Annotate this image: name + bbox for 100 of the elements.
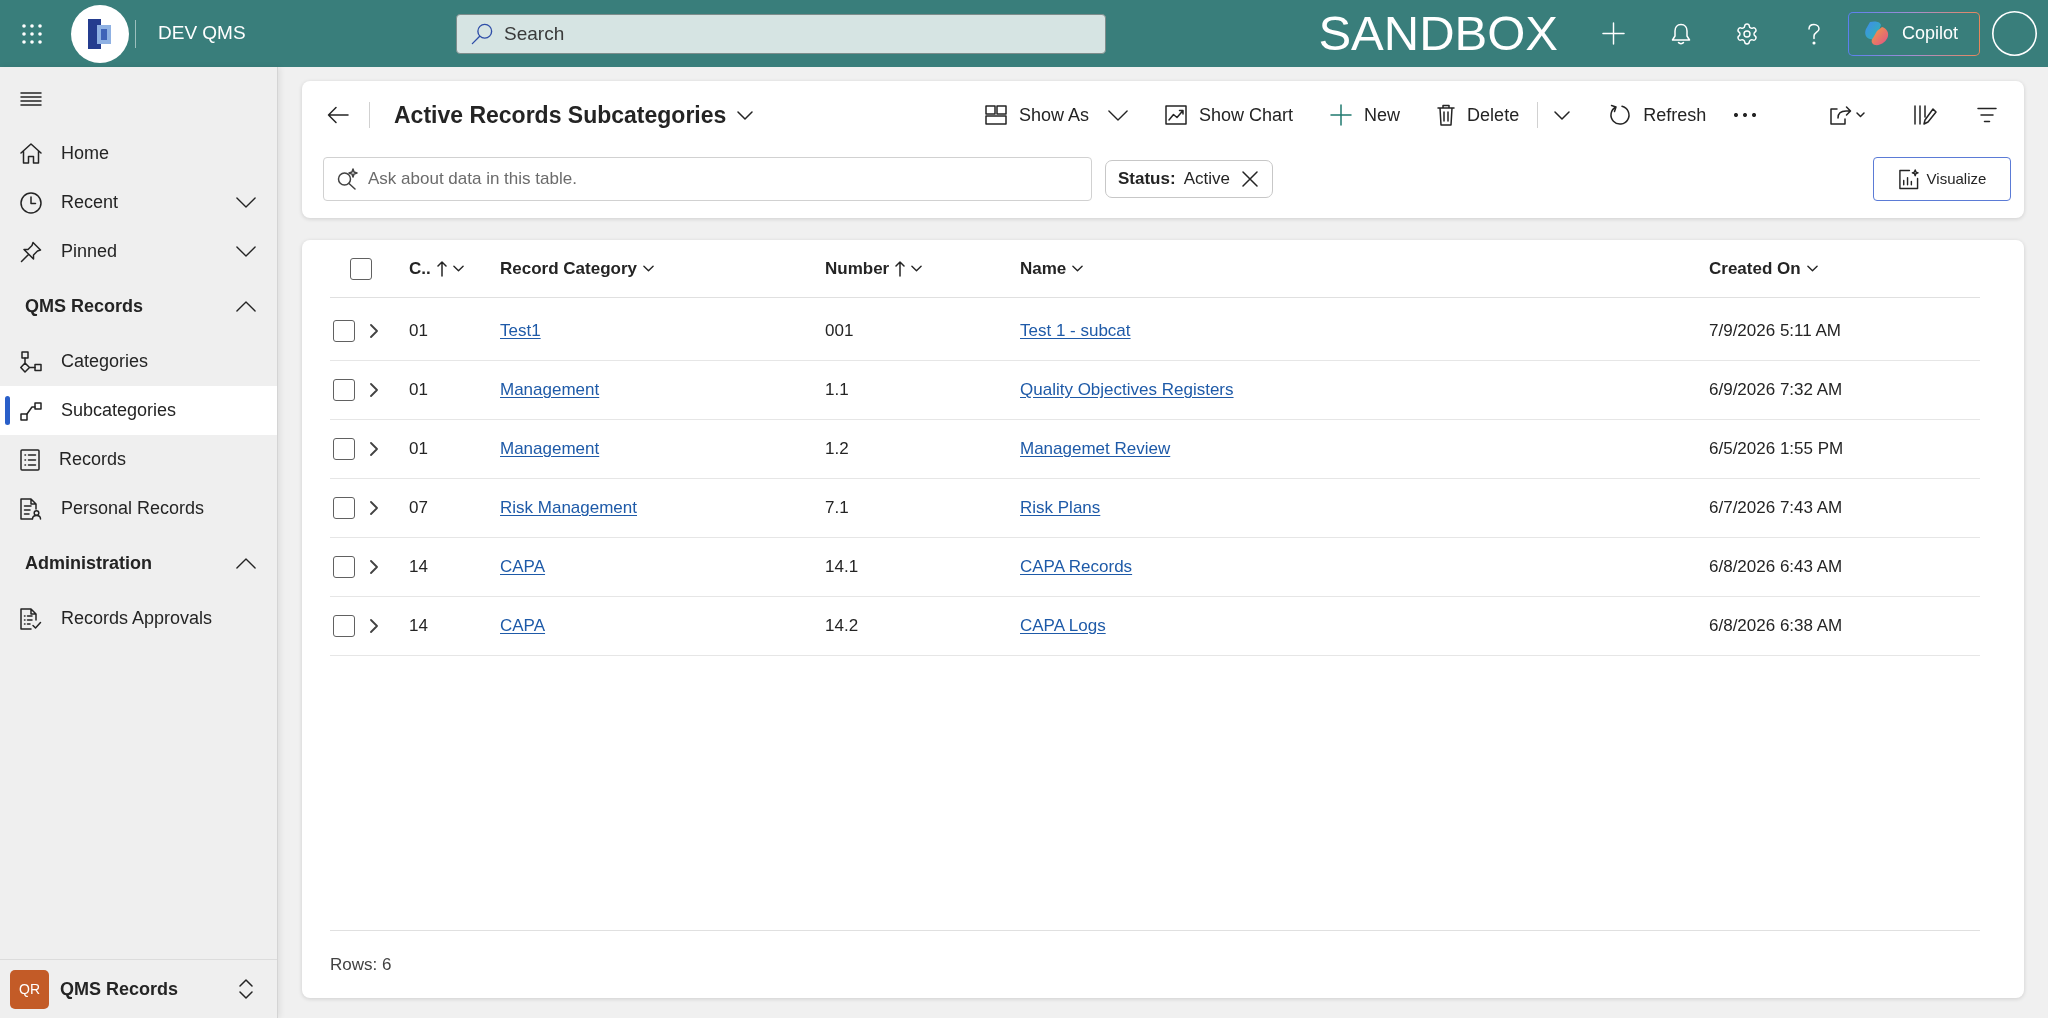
chevron-down-icon[interactable] xyxy=(236,197,256,208)
record-link[interactable]: Test1 xyxy=(500,318,541,344)
row-checkbox[interactable] xyxy=(333,379,355,401)
sparkle-search-icon xyxy=(336,168,358,190)
command-button[interactable]: Show Chart xyxy=(1159,95,1300,135)
expand-chevron-icon[interactable] xyxy=(370,324,378,338)
more-icon[interactable] xyxy=(1734,113,1757,117)
sparkle-chart-icon xyxy=(1897,168,1919,190)
caret-icon[interactable] xyxy=(1554,110,1571,120)
row-count: Rows: 6 xyxy=(330,953,392,976)
row-checkbox[interactable] xyxy=(333,320,355,342)
line-chart-icon xyxy=(1165,105,1188,125)
search-icon xyxy=(471,22,493,45)
chevron-down-icon[interactable] xyxy=(236,246,256,257)
group-header[interactable]: QMS Records xyxy=(0,276,277,337)
caret-icon xyxy=(452,265,464,272)
row-checkbox[interactable] xyxy=(333,556,355,578)
row-checkbox[interactable] xyxy=(333,615,355,637)
nav-item[interactable]: Subcategories xyxy=(0,386,277,435)
home-icon xyxy=(20,143,42,164)
record-link[interactable]: CAPA Logs xyxy=(1020,613,1106,639)
hierarchy-icon xyxy=(20,350,42,373)
record-link[interactable]: CAPA Records xyxy=(1020,554,1133,580)
row-checkbox[interactable] xyxy=(333,497,355,519)
record-link[interactable]: Risk Management xyxy=(500,495,637,521)
expand-chevron-icon[interactable] xyxy=(370,560,378,574)
select-all-checkbox[interactable] xyxy=(350,257,372,280)
record-link[interactable]: Managemet Review xyxy=(1020,436,1171,462)
column-header[interactable]: Number xyxy=(825,255,923,282)
expand-chevron-icon[interactable] xyxy=(370,501,378,515)
column-header[interactable]: Created On xyxy=(1709,255,1818,282)
nav-item[interactable]: Categories xyxy=(0,337,277,386)
record-link[interactable]: Test 1 - subcat xyxy=(1020,318,1131,344)
search-field[interactable]: Search xyxy=(456,13,1106,54)
document-check-icon xyxy=(20,607,42,630)
command-button[interactable]: Delete xyxy=(1431,95,1526,135)
nav-item[interactable]: Records xyxy=(0,435,277,484)
bell-icon[interactable] xyxy=(1671,22,1691,45)
nav-item[interactable]: Records Approvals xyxy=(0,594,277,643)
caret-icon xyxy=(643,265,654,272)
record-link[interactable]: Management xyxy=(500,436,600,462)
record-link[interactable]: CAPA xyxy=(500,613,546,639)
visualize-button[interactable]: Visualize xyxy=(1873,157,2011,201)
app-name[interactable]: DEV QMS xyxy=(158,19,246,48)
nav-item[interactable]: Home xyxy=(0,129,277,178)
expand-chevron-icon[interactable] xyxy=(370,619,378,633)
plus-icon xyxy=(1330,104,1353,126)
command-button[interactable]: Refresh xyxy=(1603,95,1713,135)
command-button[interactable]: New xyxy=(1324,95,1407,135)
nav-item[interactable]: Pinned xyxy=(0,227,277,276)
view-title[interactable]: Active Records Subcategories xyxy=(394,97,754,133)
group-header[interactable]: Administration xyxy=(0,533,277,594)
ask-field[interactable]: Ask about data in this table. xyxy=(323,157,1092,201)
caret-icon xyxy=(737,110,754,120)
document-person-icon xyxy=(20,497,42,520)
table-cell-text: 14 xyxy=(409,556,428,579)
table-cell-text: 14.1 xyxy=(825,556,859,579)
menu-icon[interactable] xyxy=(20,92,42,106)
expand-chevron-icon[interactable] xyxy=(370,383,378,397)
record-link[interactable]: Quality Objectives Registers xyxy=(1020,377,1234,403)
caret-icon xyxy=(1806,265,1818,272)
column-edit-icon[interactable] xyxy=(1913,104,1937,126)
filter-label: Status: xyxy=(1118,168,1176,191)
row-checkbox[interactable] xyxy=(333,438,355,460)
share-icon[interactable] xyxy=(1829,105,1866,125)
nav-item[interactable]: Recent xyxy=(0,178,277,227)
table-cell-text: 14 xyxy=(409,615,428,638)
record-link[interactable]: Risk Plans xyxy=(1020,495,1101,521)
nav-item[interactable]: Personal Records xyxy=(0,484,277,533)
column-header[interactable]: Name xyxy=(1020,255,1084,282)
table-cell-text: 01 xyxy=(409,379,428,402)
table-cell-text: 6/8/2026 6:43 AM xyxy=(1709,556,1843,579)
table-cell-text: 01 xyxy=(409,320,428,343)
column-header[interactable]: Record Category xyxy=(500,255,654,282)
filter-icon[interactable] xyxy=(1977,107,1997,123)
table-cell-text: 001 xyxy=(825,320,854,343)
column-header[interactable]: C.. xyxy=(409,255,464,282)
app-launcher-icon[interactable] xyxy=(22,23,42,44)
area-switcher[interactable]: QR QMS Records xyxy=(0,959,277,1018)
table-cell-text: 6/9/2026 7:32 AM xyxy=(1709,379,1843,402)
profile-circle-icon[interactable] xyxy=(1992,11,2037,56)
app-logo[interactable] xyxy=(71,4,129,63)
plus-icon[interactable] xyxy=(1602,22,1625,45)
record-link[interactable]: CAPA xyxy=(500,554,546,580)
copilot-button[interactable]: Copilot xyxy=(1848,11,1980,56)
pin-icon xyxy=(20,240,42,263)
record-link[interactable]: Management xyxy=(500,377,600,403)
command-button[interactable]: Show As xyxy=(979,95,1135,135)
trash-icon xyxy=(1437,104,1456,126)
expand-chevron-icon[interactable] xyxy=(370,442,378,456)
help-icon[interactable] xyxy=(1807,22,1821,45)
table-cell-text: 6/8/2026 6:38 AM xyxy=(1709,615,1843,638)
table-cell-text: 7/9/2026 5:11 AM xyxy=(1709,320,1841,343)
caret-icon xyxy=(911,265,923,272)
environment-label: SANDBOX xyxy=(1318,9,1558,58)
table-cell-text: 14.2 xyxy=(825,615,859,638)
close-icon[interactable] xyxy=(1241,171,1258,187)
back-arrow-icon[interactable] xyxy=(327,106,349,124)
settings-icon[interactable] xyxy=(1735,21,1759,46)
up-down-chevron-icon xyxy=(239,979,253,999)
